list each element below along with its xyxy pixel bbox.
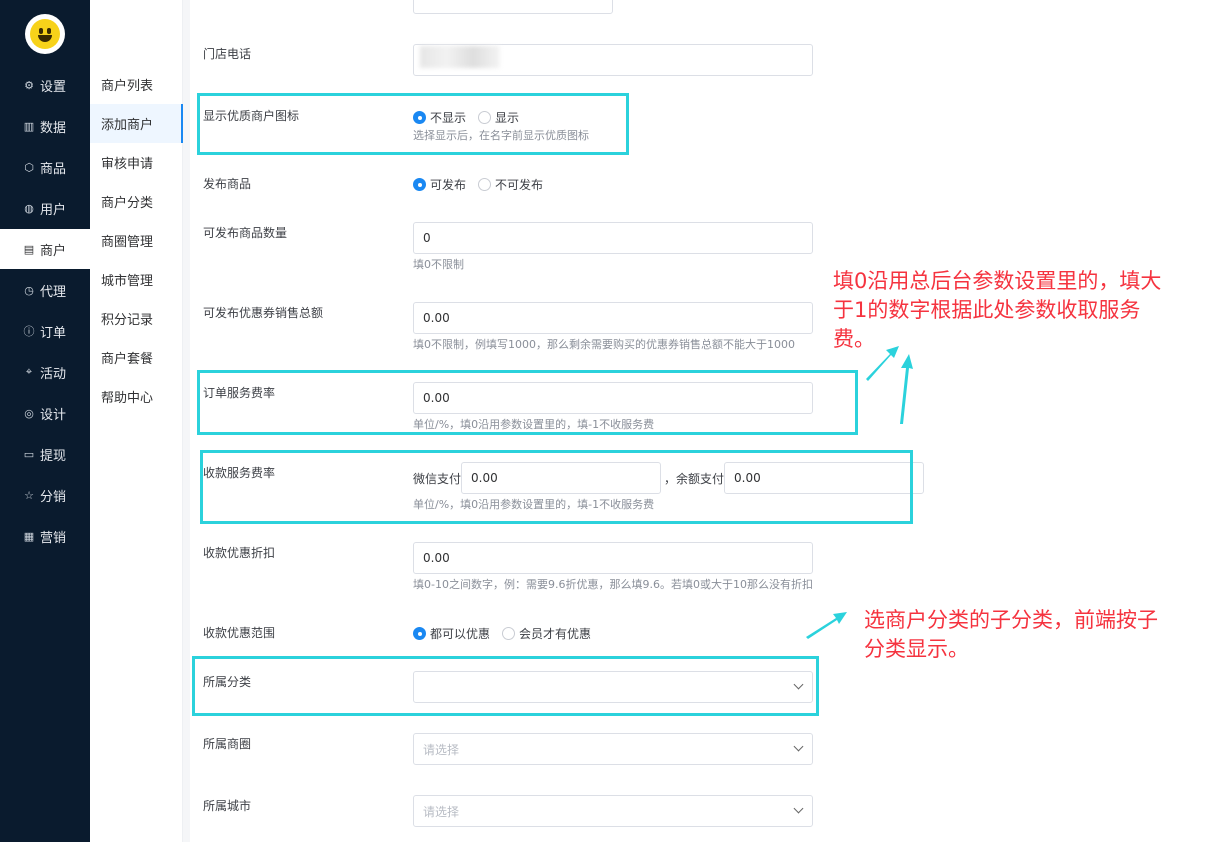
annotation-arrows xyxy=(806,346,913,639)
arrow-icon xyxy=(900,354,913,424)
arrow-icon xyxy=(866,346,899,381)
arrow-icon xyxy=(806,612,847,639)
